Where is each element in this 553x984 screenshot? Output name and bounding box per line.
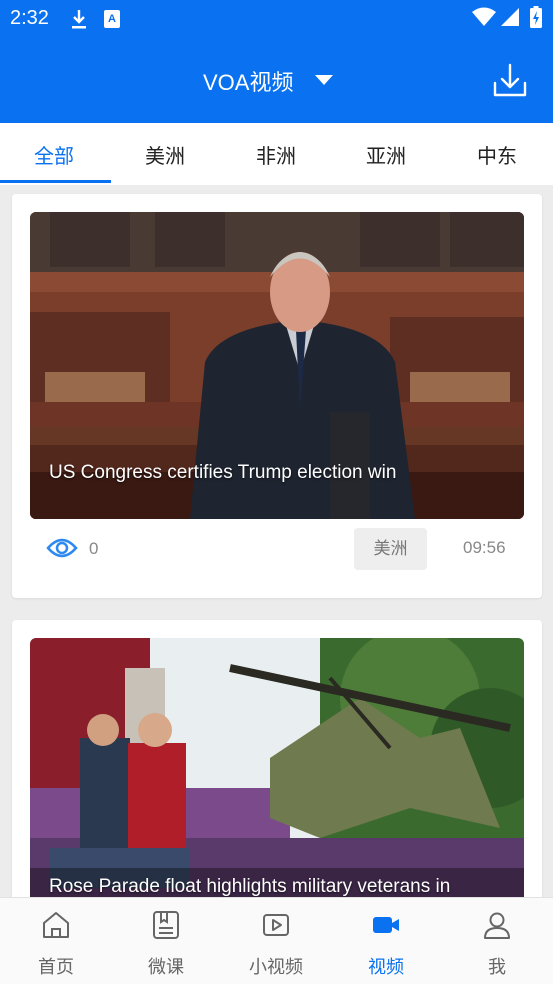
cell-signal-icon — [501, 8, 519, 26]
nav-lessons-label: 微课 — [148, 957, 184, 978]
channel-selector[interactable]: VOA视频 — [203, 65, 293, 97]
tab-americas[interactable]: 美洲 — [145, 140, 185, 169]
tab-africa[interactable]: 非洲 — [256, 140, 296, 169]
nav-profile-label: 我 — [488, 957, 506, 978]
active-tab-indicator — [0, 180, 111, 183]
view-count: 0 — [89, 539, 99, 558]
short-video-icon — [263, 914, 289, 936]
video-card[interactable]: Rose Parade float highlights military ve… — [12, 620, 542, 920]
app-notification-icon: A — [104, 10, 120, 28]
wifi-icon — [472, 7, 496, 26]
region-tabs: 全部 美洲 非洲 亚洲 中东 — [0, 123, 553, 185]
dropdown-caret-icon[interactable] — [315, 75, 333, 85]
nav-video-label: 视频 — [368, 957, 404, 978]
video-title[interactable]: Rose Parade float highlights military ve… — [49, 876, 450, 898]
status-time: 2:32 — [10, 7, 49, 29]
home-icon — [43, 912, 69, 938]
video-duration: 09:56 — [463, 538, 506, 557]
tab-middle-east[interactable]: 中东 — [477, 140, 517, 169]
profile-icon — [484, 912, 510, 939]
app-header: 2:32 A VOA视频 — [0, 0, 553, 123]
video-title[interactable]: US Congress certifies Trump election win — [49, 462, 396, 484]
tab-all[interactable]: 全部 — [34, 140, 74, 169]
nav-home-label: 首页 — [38, 957, 74, 978]
video-meta: 0 美洲 09:56 — [12, 516, 542, 596]
nav-short-video[interactable]: 小视频 — [221, 898, 331, 984]
video-camera-icon — [373, 917, 399, 933]
title-bar: VOA视频 — [0, 55, 553, 107]
nav-lessons[interactable]: 微课 — [111, 898, 221, 984]
status-bar: 2:32 A — [0, 0, 553, 40]
bottom-navigation: 首页 微课 小视频 视频 我 — [0, 897, 553, 984]
nav-home[interactable]: 首页 — [1, 898, 111, 984]
download-notification-icon — [72, 10, 86, 29]
tab-asia[interactable]: 亚洲 — [366, 140, 406, 169]
eye-icon — [46, 538, 78, 558]
nav-video[interactable]: 视频 — [331, 898, 441, 984]
battery-icon — [530, 6, 542, 28]
video-thumbnail[interactable]: US Congress certifies Trump election win — [30, 212, 524, 519]
download-icon[interactable] — [490, 61, 530, 101]
nav-short-video-label: 小视频 — [249, 957, 303, 978]
video-card[interactable]: US Congress certifies Trump election win… — [12, 194, 542, 598]
nav-profile[interactable]: 我 — [442, 898, 552, 984]
video-thumbnail[interactable]: Rose Parade float highlights military ve… — [30, 638, 524, 920]
region-tag[interactable]: 美洲 — [354, 528, 427, 570]
lesson-icon — [153, 911, 179, 939]
